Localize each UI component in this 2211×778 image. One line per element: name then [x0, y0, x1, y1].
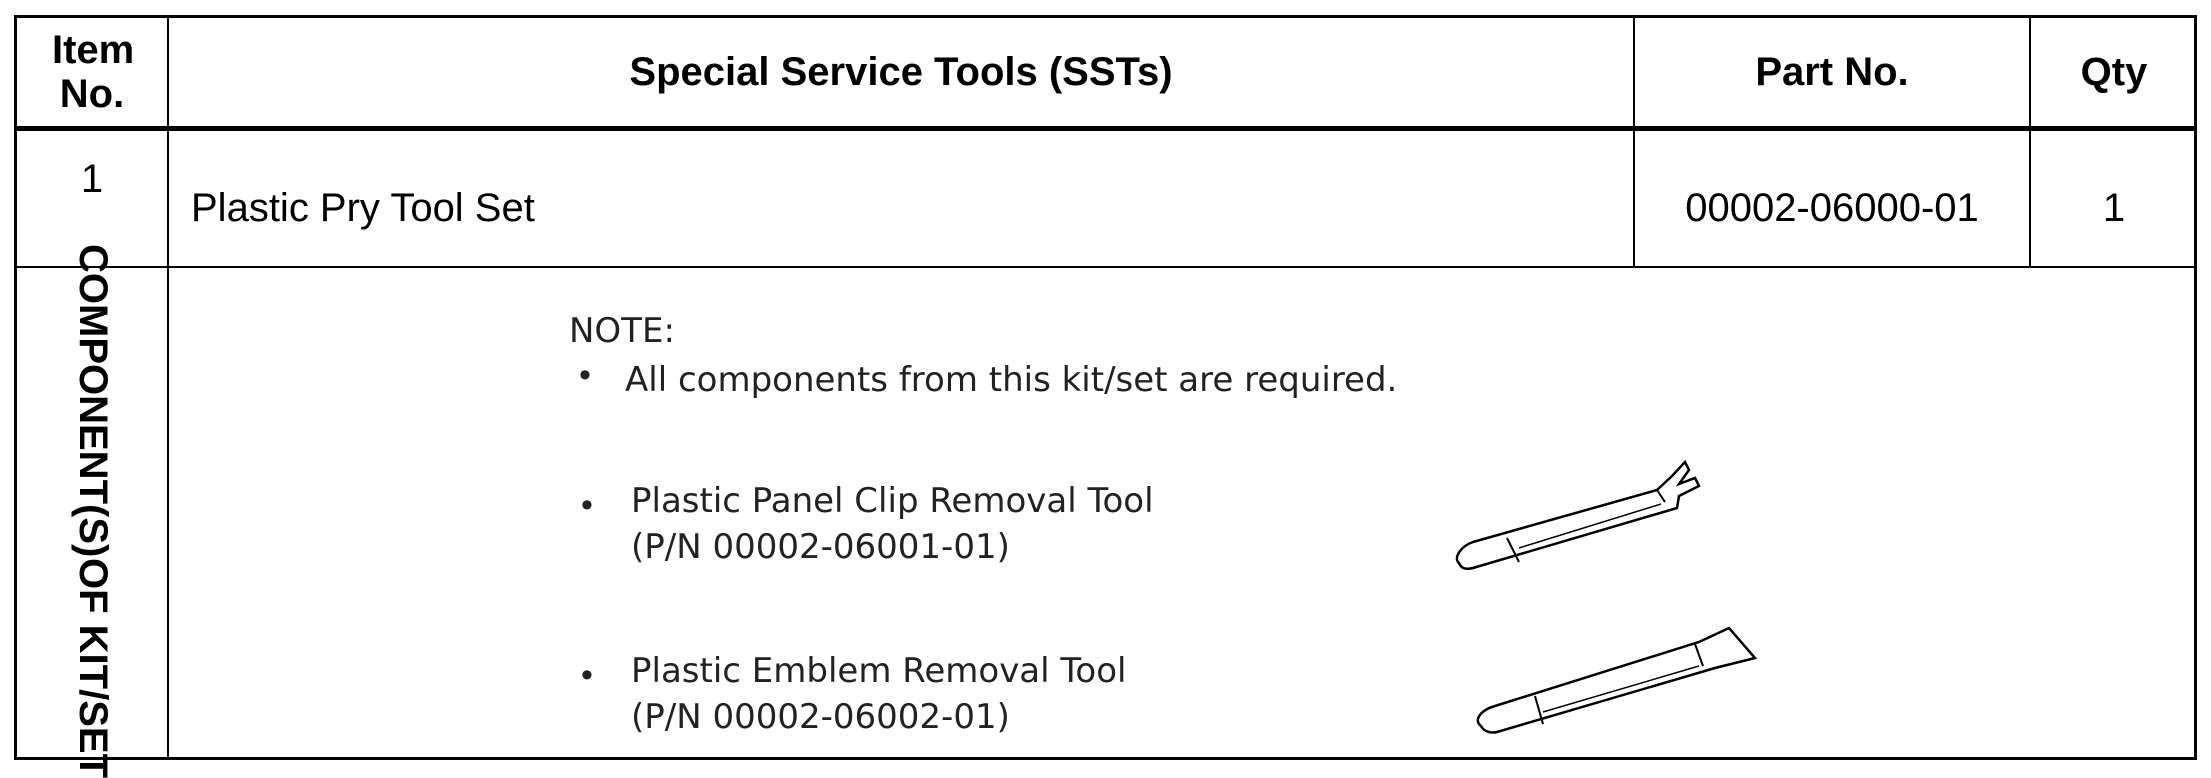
- component-1-part: (P/N 00002-06001-01): [631, 527, 1010, 567]
- row1-tool-name: Plastic Pry Tool Set: [191, 186, 535, 230]
- row1-qty: 1: [2031, 131, 2197, 266]
- component-1-bullet: •: [581, 486, 593, 524]
- row-divider: [17, 266, 2194, 268]
- panel-clip-removal-tool-icon: [1455, 459, 1701, 571]
- row1-part-no-value: 00002-06000-01: [1685, 186, 1979, 230]
- col-divider-1: [167, 18, 169, 757]
- component-1-name: Plastic Panel Clip Removal Tool: [631, 481, 1154, 521]
- header-tools-label: Special Service Tools (SSTs): [629, 49, 1173, 94]
- header-part-no: Part No.: [1635, 18, 2029, 126]
- side-label-line1: COMPONENT(S): [71, 244, 115, 558]
- header-tools: Special Service Tools (SSTs): [169, 18, 1633, 126]
- note-bullet: •: [579, 356, 591, 394]
- note-title: NOTE:: [569, 311, 675, 351]
- header-item-no-label: Item No.: [52, 28, 135, 116]
- row1-tool: Plastic Pry Tool Set: [169, 131, 1633, 266]
- header-qty-label: Qty: [2080, 49, 2148, 94]
- header-item-no: Item No.: [17, 18, 167, 126]
- components-side-label: COMPONENT(S) OF KIT/SET: [37, 244, 149, 777]
- component-2-name: Plastic Emblem Removal Tool: [631, 651, 1127, 691]
- header-part-no-label: Part No.: [1755, 49, 1909, 94]
- row1-part-no: 00002-06000-01: [1635, 131, 2029, 266]
- component-2-part: (P/N 00002-06002-01): [631, 697, 1010, 737]
- emblem-removal-tool-icon: [1476, 626, 1758, 734]
- component-2-bullet: •: [581, 656, 593, 694]
- component-2-text: Plastic Emblem Removal Tool (P/N 00002-0…: [631, 648, 1126, 740]
- side-label-line2: OF KIT/SET: [71, 557, 115, 778]
- header-qty: Qty: [2031, 18, 2197, 126]
- row1-qty-value: 1: [2102, 186, 2126, 230]
- row1-item-no-value: 1: [80, 157, 104, 201]
- component-1-text: Plastic Panel Clip Removal Tool (P/N 000…: [631, 478, 1154, 570]
- sst-table: Item No. Special Service Tools (SSTs) Pa…: [14, 15, 2197, 778]
- note-item: All components from this kit/set are req…: [625, 360, 1398, 400]
